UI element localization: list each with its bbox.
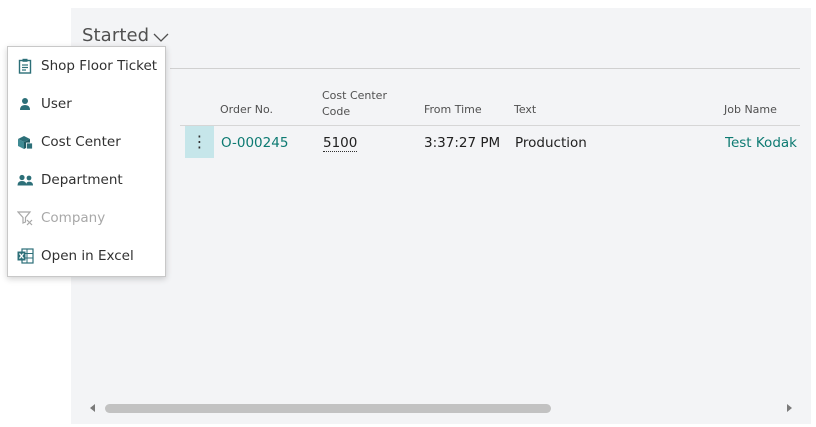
- menu-item-label: Company: [41, 210, 106, 226]
- column-header-job-name[interactable]: Job Name: [724, 102, 777, 118]
- menu-item-label: User: [41, 96, 72, 112]
- excel-icon: [16, 247, 34, 265]
- menu-item-label: Department: [41, 172, 123, 188]
- cost-center-icon: [16, 133, 34, 151]
- page-title: Started: [82, 24, 150, 46]
- menu-item-shop-floor-ticket[interactable]: Shop Floor Ticket: [8, 47, 165, 85]
- menu-item-user[interactable]: User: [8, 85, 165, 123]
- menu-item-company[interactable]: Company: [8, 199, 165, 237]
- view-selector[interactable]: Started: [82, 22, 170, 48]
- chevron-down-icon: [153, 33, 169, 42]
- context-menu: Shop Floor Ticket User Cost Center Depar…: [7, 46, 166, 277]
- text-cell: Production: [515, 135, 587, 151]
- list-panel: [71, 8, 811, 424]
- header-divider: [170, 68, 800, 69]
- job-name-clip: Test Kodak S: [725, 134, 800, 152]
- job-name-cell[interactable]: Test Kodak S: [725, 134, 800, 152]
- order-no-cell[interactable]: O-000245: [221, 134, 288, 152]
- horizontal-scrollbar[interactable]: [85, 400, 799, 416]
- menu-item-department[interactable]: Department: [8, 161, 165, 199]
- column-header-cost-center-line1: Cost Center: [322, 89, 387, 102]
- row-actions-button[interactable]: ⋮: [185, 126, 214, 158]
- more-vertical-icon: ⋮: [191, 132, 208, 151]
- column-header-cost-center-code[interactable]: Cost Center Code: [322, 88, 387, 120]
- column-header-from-time[interactable]: From Time: [424, 102, 482, 118]
- column-header-order-no[interactable]: Order No.: [220, 102, 273, 118]
- menu-item-label: Cost Center: [41, 134, 121, 150]
- from-time-cell: 3:37:27 PM: [424, 135, 501, 151]
- user-icon: [16, 95, 34, 113]
- scroll-left-icon[interactable]: [88, 403, 98, 413]
- filter-clear-icon: [16, 209, 34, 227]
- menu-item-cost-center[interactable]: Cost Center: [8, 123, 165, 161]
- menu-item-open-in-excel[interactable]: Open in Excel: [8, 237, 165, 275]
- menu-item-label: Shop Floor Ticket: [41, 58, 158, 74]
- cost-center-code-cell[interactable]: 5100: [323, 135, 358, 152]
- people-icon: [16, 171, 34, 189]
- scroll-right-icon[interactable]: [784, 403, 794, 413]
- column-header-text[interactable]: Text: [514, 102, 536, 118]
- menu-item-label: Open in Excel: [41, 248, 134, 264]
- header-row-divider: [180, 125, 800, 126]
- clipboard-icon: [16, 57, 34, 75]
- scrollbar-thumb[interactable]: [105, 404, 551, 413]
- column-header-cost-center-line2: Code: [322, 105, 351, 118]
